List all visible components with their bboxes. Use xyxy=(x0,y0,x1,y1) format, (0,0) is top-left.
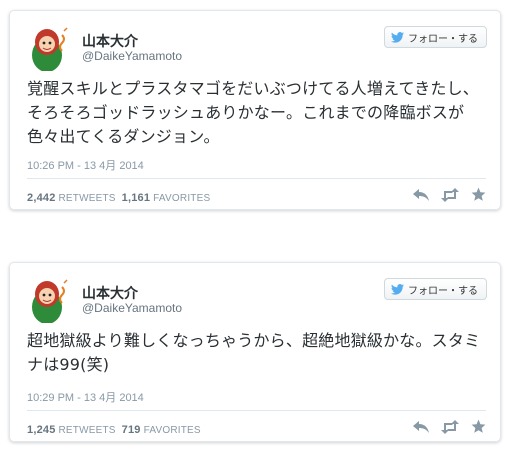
retweets-label: RETWEETS xyxy=(58,425,116,436)
reply-icon[interactable] xyxy=(413,188,429,202)
tweet-stats: 1,245 RETWEETS 719 FAVORITES xyxy=(27,424,201,436)
divider xyxy=(27,410,486,411)
avatar[interactable] xyxy=(26,277,72,323)
tweet-stats: 2,442 RETWEETS 1,161 FAVORITES xyxy=(27,192,210,204)
tweet-actions xyxy=(413,419,486,434)
avatar[interactable] xyxy=(26,25,72,71)
retweet-icon[interactable] xyxy=(441,187,459,202)
tweet-timestamp[interactable]: 10:26 PM - 13 4月 2014 xyxy=(27,157,144,173)
retweet-count[interactable]: 1,245 xyxy=(27,424,56,436)
reply-icon[interactable] xyxy=(413,420,429,434)
twitter-bird-icon xyxy=(391,31,404,43)
follow-label: フォロー・する xyxy=(408,285,478,297)
tweet-card: 山本大介 @DaikeYamamoto フォロー・する 覚醒スキルとプラスタマゴ… xyxy=(9,10,501,210)
follow-label: フォロー・する xyxy=(408,33,478,45)
user-handle[interactable]: @DaikeYamamoto xyxy=(82,49,182,63)
star-icon[interactable] xyxy=(471,187,486,202)
display-name[interactable]: 山本大介 xyxy=(82,31,138,51)
tweet-text: 超地獄級より難しくなっちゃうから、超絶地獄級かな。スタミナは99(笑) xyxy=(27,331,481,374)
tweet-timestamp[interactable]: 10:29 PM - 13 4月 2014 xyxy=(27,389,144,405)
star-icon[interactable] xyxy=(471,419,486,434)
tweet-actions xyxy=(413,187,486,202)
favorites-label: FAVORITES xyxy=(143,425,201,436)
retweet-icon[interactable] xyxy=(441,419,459,434)
follow-button[interactable]: フォロー・する xyxy=(384,278,487,300)
tweet-text: 覚醒スキルとプラスタマゴをだいぶつけてる人増えてきたし、そろそろゴッドラッシュあ… xyxy=(27,79,480,146)
favorite-count[interactable]: 1,161 xyxy=(122,192,151,204)
tweet-card: 山本大介 @DaikeYamamoto フォロー・する 超地獄級より難しくなっち… xyxy=(9,262,501,442)
divider xyxy=(27,178,486,179)
retweet-count[interactable]: 2,442 xyxy=(27,192,56,204)
favorite-count[interactable]: 719 xyxy=(122,424,141,436)
display-name[interactable]: 山本大介 xyxy=(82,283,138,303)
retweets-label: RETWEETS xyxy=(58,193,116,204)
user-handle[interactable]: @DaikeYamamoto xyxy=(82,301,182,315)
favorites-label: FAVORITES xyxy=(153,193,211,204)
follow-button[interactable]: フォロー・する xyxy=(384,26,487,48)
twitter-bird-icon xyxy=(391,283,404,295)
